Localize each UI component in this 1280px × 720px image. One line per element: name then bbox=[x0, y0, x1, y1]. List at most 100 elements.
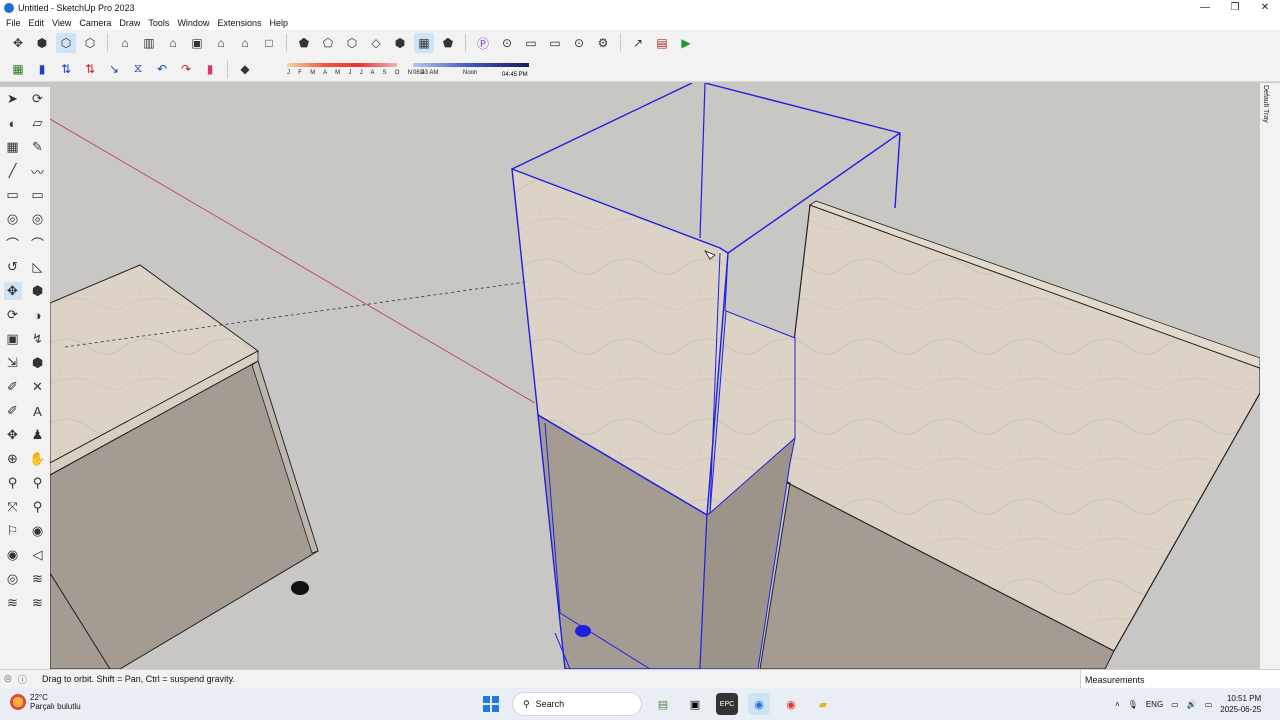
tool-icon[interactable]: ⌒ bbox=[4, 234, 22, 252]
style-backedges-icon[interactable]: ⬠ bbox=[318, 33, 338, 53]
tool-icon[interactable]: ⚲ bbox=[29, 474, 47, 492]
tool-icon[interactable]: ↯ bbox=[29, 330, 47, 348]
tool-icon[interactable]: ≋ bbox=[4, 594, 22, 612]
model-canvas[interactable] bbox=[50, 83, 1260, 669]
drawing-area[interactable] bbox=[50, 83, 1260, 669]
tool-icon[interactable]: A bbox=[29, 402, 47, 420]
default-tray-tab[interactable]: Default Tray bbox=[1260, 83, 1280, 669]
diagonal-icon[interactable]: ↘ bbox=[104, 59, 124, 79]
tool-icon[interactable]: ✥ bbox=[3, 282, 22, 300]
pink-tool-icon[interactable]: ▮ bbox=[200, 59, 220, 79]
iso-view-icon[interactable]: ⌂ bbox=[115, 33, 135, 53]
tool-icon[interactable]: ↺ bbox=[4, 258, 22, 276]
weather-widget[interactable]: 22°C Parçalı bulutlu bbox=[10, 693, 81, 711]
right-view-icon[interactable]: ▣ bbox=[187, 33, 207, 53]
menu-tools[interactable]: Tools bbox=[144, 18, 173, 28]
profile-icon[interactable]: Ⓟ bbox=[473, 33, 493, 53]
menu-extensions[interactable]: Extensions bbox=[213, 18, 265, 28]
menu-file[interactable]: File bbox=[2, 18, 25, 28]
back-view-icon[interactable]: ⌂ bbox=[211, 33, 231, 53]
tool-icon[interactable]: ♟ bbox=[29, 426, 47, 444]
tool-icon[interactable]: ⤧ bbox=[4, 498, 22, 516]
tool-icon[interactable]: ⟳ bbox=[29, 90, 47, 108]
tool-icon[interactable]: ≋ bbox=[29, 594, 47, 612]
tool-icon[interactable]: ⬢ bbox=[29, 354, 47, 372]
measurements-box[interactable]: Measurements bbox=[1080, 670, 1280, 689]
battery-icon[interactable]: ▭ bbox=[1205, 700, 1213, 709]
menu-edit[interactable]: Edit bbox=[25, 18, 49, 28]
language-indicator[interactable]: ENG bbox=[1146, 700, 1163, 709]
tool-icon[interactable]: ◉ bbox=[29, 522, 47, 540]
move-up-icon[interactable]: ⇅ bbox=[56, 59, 76, 79]
tool-icon[interactable]: ▦ bbox=[4, 138, 22, 156]
tool-icon[interactable]: 〰 bbox=[29, 162, 47, 180]
menu-window[interactable]: Window bbox=[173, 18, 213, 28]
orbit-select-icon[interactable]: ✥ bbox=[8, 33, 28, 53]
style-wireframe-icon[interactable]: ⬡ bbox=[342, 33, 362, 53]
tool-icon[interactable]: ◺ bbox=[29, 258, 47, 276]
left-cabinet[interactable] bbox=[50, 264, 319, 669]
tool-icon[interactable]: ▣ bbox=[4, 330, 22, 348]
taskbar-search[interactable]: ⚲ Search bbox=[512, 692, 642, 716]
style-shaded-icon[interactable]: ⬢ bbox=[390, 33, 410, 53]
taskbar-app-chrome[interactable]: ◉ bbox=[780, 693, 802, 715]
style-xray-icon[interactable]: ⬟ bbox=[294, 33, 314, 53]
shaded-icon[interactable]: ⬡ bbox=[80, 33, 100, 53]
tool-icon[interactable]: ◁ bbox=[29, 546, 47, 564]
tool-icon[interactable]: ⊕ bbox=[4, 450, 22, 468]
location-icon[interactable]: ⊙ bbox=[569, 33, 589, 53]
taskbar-app-explorer[interactable]: ▰ bbox=[812, 693, 834, 715]
section-plane-icon[interactable]: ▦ bbox=[8, 59, 28, 79]
left-view-icon[interactable]: ⌂ bbox=[235, 33, 255, 53]
menu-camera[interactable]: Camera bbox=[75, 18, 115, 28]
tool-icon[interactable]: ⚲ bbox=[29, 498, 47, 516]
tool-icon[interactable]: ≋ bbox=[29, 570, 47, 588]
move-down-icon[interactable]: ⇅ bbox=[80, 59, 100, 79]
clock[interactable]: 10:51 PM 2025-06-25 bbox=[1220, 693, 1261, 715]
plugin-arrow-icon[interactable]: ↗ bbox=[628, 33, 648, 53]
section-display-icon[interactable]: ▮ bbox=[32, 59, 52, 79]
tool-icon[interactable]: ◎ bbox=[29, 210, 47, 228]
month-slider-track[interactable] bbox=[287, 62, 397, 67]
warehouse-icon[interactable]: ⊙ bbox=[497, 33, 517, 53]
style-hiddenline-icon[interactable]: ◇ bbox=[366, 33, 386, 53]
tool-icon[interactable]: ⇲ bbox=[4, 354, 22, 372]
geo-location-icon[interactable]: ◎ bbox=[4, 673, 12, 686]
chevron-up-icon[interactable]: ˄ bbox=[1115, 700, 1120, 709]
tool-icon[interactable]: ◑ bbox=[29, 306, 47, 324]
close-button[interactable]: ✕ bbox=[1250, 2, 1280, 13]
settings-icon[interactable]: ⚙ bbox=[593, 33, 613, 53]
redo-icon[interactable]: ↷ bbox=[176, 59, 196, 79]
export-icon[interactable]: ▶ bbox=[676, 33, 696, 53]
tool-icon[interactable]: ◉ bbox=[4, 546, 22, 564]
taskbar-app-files[interactable]: ▤ bbox=[652, 693, 674, 715]
tool-icon[interactable]: ⚲ bbox=[4, 474, 22, 492]
tool-icon[interactable]: ✎ bbox=[29, 138, 47, 156]
taskbar-app-epc[interactable]: EPC bbox=[716, 693, 738, 715]
tool-icon[interactable]: ✕ bbox=[29, 378, 47, 396]
tool-icon[interactable]: ✐ bbox=[4, 402, 22, 420]
shadow-slider[interactable]: J F M A M J J A S O N D 06:43 AM Noon bbox=[263, 58, 529, 80]
tool-icon[interactable]: ⌒ bbox=[29, 234, 47, 252]
tool-icon[interactable]: ▭ bbox=[4, 186, 22, 204]
layout-icon[interactable]: ▭ bbox=[545, 33, 565, 53]
style-textured-icon[interactable]: ▦ bbox=[414, 33, 434, 53]
shadow-toggle-icon[interactable]: ◆ bbox=[235, 59, 255, 79]
minimize-button[interactable]: — bbox=[1190, 2, 1220, 13]
undo-icon[interactable]: ↶ bbox=[152, 59, 172, 79]
info-icon[interactable]: ⓘ bbox=[18, 673, 27, 686]
tool-icon[interactable]: ➤ bbox=[4, 90, 22, 108]
tool-icon[interactable]: ◎ bbox=[4, 210, 22, 228]
tool-icon[interactable]: ⬢ bbox=[29, 282, 47, 300]
network-icon[interactable]: ▭ bbox=[1171, 700, 1179, 709]
style-monochrome-icon[interactable]: ⬟ bbox=[438, 33, 458, 53]
maximize-button[interactable]: ❐ bbox=[1220, 2, 1250, 13]
time-slider-track[interactable] bbox=[413, 62, 529, 67]
tool-icon[interactable]: ⚐ bbox=[4, 522, 22, 540]
microphone-icon[interactable]: 🎙 bbox=[1128, 700, 1138, 709]
volume-icon[interactable]: 🔊 bbox=[1187, 700, 1197, 709]
start-button[interactable] bbox=[480, 693, 502, 715]
tool-icon[interactable]: ◐ bbox=[4, 114, 22, 132]
extension-icon[interactable]: ▭ bbox=[521, 33, 541, 53]
tool-icon[interactable]: ⟳ bbox=[4, 306, 22, 324]
